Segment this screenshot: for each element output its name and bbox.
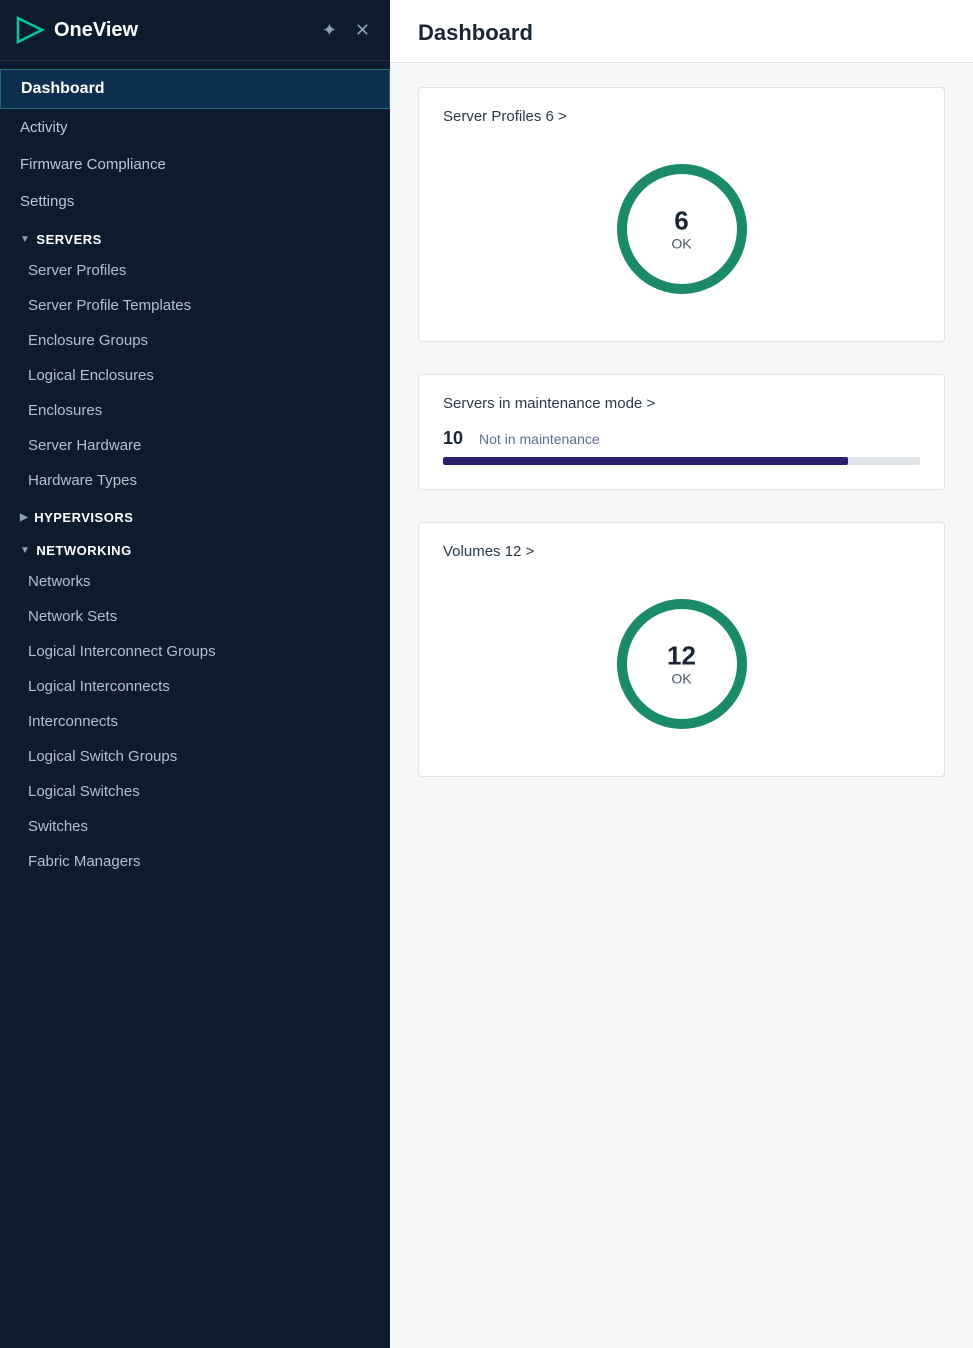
- maintenance-row: 10 Not in maintenance: [443, 428, 920, 449]
- networking-arrow-icon: ▼: [20, 545, 30, 556]
- sidebar-section-networking[interactable]: ▼ NETWORKING: [0, 531, 390, 564]
- sidebar-item-network-sets[interactable]: Network Sets: [0, 599, 390, 634]
- volumes-donut-container: 12 OK: [443, 576, 920, 752]
- volumes-count: 12: [667, 642, 696, 671]
- maintenance-widget-title[interactable]: Servers in maintenance mode >: [443, 395, 920, 412]
- close-icon: ✕: [355, 20, 370, 40]
- hypervisors-arrow-icon: ▶: [20, 512, 28, 523]
- main-header: Dashboard: [390, 0, 973, 63]
- maintenance-widget: Servers in maintenance mode > 10 Not in …: [418, 374, 945, 490]
- sidebar-item-logical-interconnect-groups[interactable]: Logical Interconnect Groups: [0, 634, 390, 669]
- sidebar-item-server-profiles[interactable]: Server Profiles: [0, 253, 390, 288]
- sidebar-item-server-profile-templates[interactable]: Server Profile Templates: [0, 288, 390, 323]
- servers-arrow-icon: ▼: [20, 234, 30, 245]
- server-profiles-donut-wrapper: 6 OK: [602, 149, 762, 309]
- sidebar-section-hypervisors[interactable]: ▶ HYPERVISORS: [0, 498, 390, 531]
- sidebar-item-networks[interactable]: Networks: [0, 564, 390, 599]
- maintenance-count: 10: [443, 428, 463, 449]
- sidebar-item-enclosure-groups[interactable]: Enclosure Groups: [0, 323, 390, 358]
- sidebar-item-interconnects[interactable]: Interconnects: [0, 704, 390, 739]
- page-title: Dashboard: [418, 20, 945, 46]
- sidebar-item-enclosures[interactable]: Enclosures: [0, 393, 390, 428]
- volumes-donut-wrapper: 12 OK: [602, 584, 762, 744]
- server-profiles-donut-center: 6 OK: [671, 207, 691, 252]
- header-actions: ✦ ✕: [318, 19, 374, 41]
- logo-icon: [14, 14, 46, 46]
- dashboard-body: Server Profiles 6 > 6 OK S: [390, 63, 973, 801]
- sidebar-item-activity[interactable]: Activity: [0, 109, 390, 146]
- sidebar-header: OneView ✦ ✕: [0, 0, 390, 61]
- server-profiles-status: OK: [671, 235, 691, 251]
- volumes-donut-center: 12 OK: [667, 642, 696, 687]
- server-profiles-donut-container: 6 OK: [443, 141, 920, 317]
- volumes-widget-title[interactable]: Volumes 12 >: [443, 543, 920, 560]
- volumes-widget: Volumes 12 > 12 OK: [418, 522, 945, 777]
- nav-list: Dashboard Activity Firmware Compliance S…: [0, 61, 390, 1348]
- maintenance-bar-fill: [443, 457, 848, 465]
- sidebar-item-dashboard[interactable]: Dashboard: [0, 69, 390, 109]
- server-profiles-count: 6: [671, 207, 691, 236]
- sidebar-item-fabric-managers[interactable]: Fabric Managers: [0, 844, 390, 879]
- sidebar-item-switches[interactable]: Switches: [0, 809, 390, 844]
- server-profiles-widget-title[interactable]: Server Profiles 6 >: [443, 108, 920, 125]
- sidebar-item-firmware-compliance[interactable]: Firmware Compliance: [0, 146, 390, 183]
- sidebar-item-logical-switches[interactable]: Logical Switches: [0, 774, 390, 809]
- sidebar-item-hardware-types[interactable]: Hardware Types: [0, 463, 390, 498]
- sidebar-item-logical-enclosures[interactable]: Logical Enclosures: [0, 358, 390, 393]
- sidebar-item-logical-switch-groups[interactable]: Logical Switch Groups: [0, 739, 390, 774]
- sidebar-item-logical-interconnects[interactable]: Logical Interconnects: [0, 669, 390, 704]
- sidebar-section-servers[interactable]: ▼ SERVERS: [0, 220, 390, 253]
- sidebar-item-server-hardware[interactable]: Server Hardware: [0, 428, 390, 463]
- close-button[interactable]: ✕: [351, 19, 374, 41]
- sidebar: OneView ✦ ✕ Dashboard Activity Firmware …: [0, 0, 390, 1348]
- maintenance-status: Not in maintenance: [479, 431, 600, 447]
- maintenance-bar-bg: [443, 457, 920, 465]
- main-content: Dashboard Server Profiles 6 > 6 OK: [390, 0, 973, 1348]
- server-profiles-widget: Server Profiles 6 > 6 OK: [418, 87, 945, 342]
- app-title: OneView: [54, 19, 310, 42]
- pin-icon: ✦: [322, 20, 337, 40]
- pin-button[interactable]: ✦: [318, 19, 341, 41]
- volumes-status: OK: [667, 670, 696, 686]
- sidebar-item-settings[interactable]: Settings: [0, 183, 390, 220]
